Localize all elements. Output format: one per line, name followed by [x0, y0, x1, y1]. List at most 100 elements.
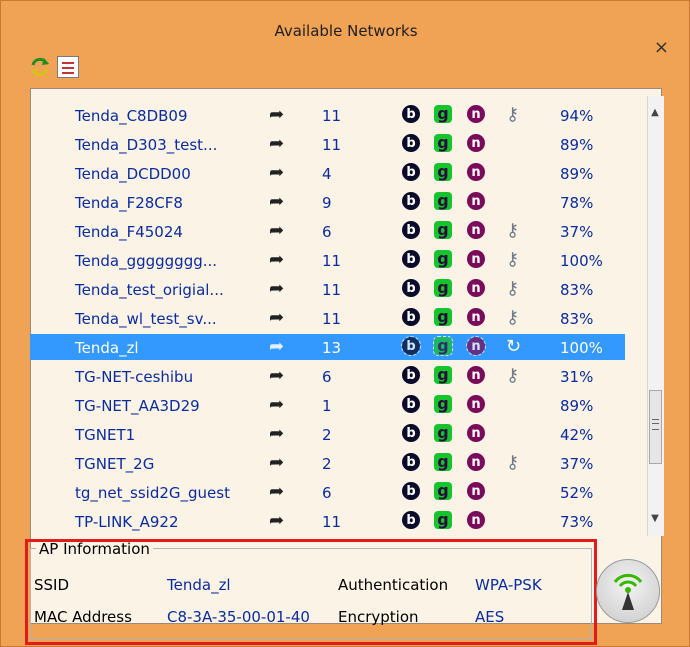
network-channel: 1	[322, 397, 332, 415]
network-row[interactable]: TG-NET_AA3D29 ➦ 1 b g n 89%	[30, 392, 625, 418]
network-row[interactable]: Tenda_wl_test_sv... ➦ 11 b g n ⚷ 83%	[30, 305, 625, 331]
network-channel: 6	[322, 223, 332, 241]
security-key-icon: ⚷	[506, 104, 520, 125]
mode-n-icon: n	[467, 366, 485, 384]
network-channel: 11	[322, 252, 342, 270]
mode-n-icon: n	[467, 453, 485, 471]
signal-strength: 89%	[560, 165, 594, 183]
mode-g-icon: g	[433, 336, 453, 356]
mode-n-icon: n	[467, 279, 485, 297]
mode-b-icon: b	[402, 192, 420, 210]
signal-strength: 73%	[560, 513, 594, 531]
infrastructure-mode-icon: ➦	[269, 481, 285, 502]
mode-g-icon: g	[434, 424, 452, 442]
refresh-button[interactable]	[29, 56, 51, 78]
mac-address-label: MAC Address	[34, 608, 132, 626]
mode-g-icon: g	[434, 221, 452, 239]
connect-button[interactable]	[596, 559, 660, 623]
signal-strength: 37%	[560, 455, 594, 473]
network-row[interactable]: TGNET_2G ➦ 2 b g n ⚷ 37%	[30, 450, 625, 476]
network-ssid: Tenda_wl_test_sv...	[75, 310, 217, 328]
signal-strength: 83%	[560, 281, 594, 299]
infrastructure-mode-icon: ➦	[269, 510, 285, 531]
network-ssid: Tenda_D303_test...	[75, 136, 218, 154]
network-row[interactable]: TG-NET-ceshibu ➦ 6 b g n ⚷ 31%	[30, 363, 625, 389]
mode-n-icon: n	[467, 163, 485, 181]
network-ssid: Tenda_F28CF8	[75, 194, 183, 212]
network-row[interactable]: Tenda_test_origial... ➦ 11 b g n ⚷ 83%	[30, 276, 625, 302]
scroll-down-arrow-icon[interactable]: ▼	[648, 513, 662, 524]
network-ssid: Tenda_gggggggg...	[75, 252, 218, 270]
signal-strength: 42%	[560, 426, 594, 444]
mode-n-icon: n	[467, 192, 485, 210]
network-ssid: TGNET_2G	[75, 455, 155, 473]
network-row[interactable]: Tenda_zl ➦ 13 b g n ↻ 100%	[30, 334, 625, 360]
mode-b-icon: b	[402, 424, 420, 442]
network-channel: 11	[322, 281, 342, 299]
mode-n-icon: n	[467, 482, 485, 500]
mode-g-icon: g	[434, 163, 452, 181]
security-key-icon: ⚷	[506, 452, 520, 473]
network-row[interactable]: tg_net_ssid2G_guest ➦ 6 b g n 52%	[30, 479, 625, 505]
network-channel: 4	[322, 165, 332, 183]
security-key-icon: ↻	[506, 336, 522, 357]
network-row[interactable]: Tenda_C8DB09 ➦ 11 b g n ⚷ 94%	[30, 102, 625, 128]
network-row[interactable]: Tenda_F45024 ➦ 6 b g n ⚷ 37%	[30, 218, 625, 244]
vertical-scrollbar[interactable]	[647, 96, 664, 536]
ssid-label: SSID	[34, 576, 70, 594]
security-key-icon: ⚷	[506, 365, 520, 386]
network-channel: 2	[322, 426, 332, 444]
infrastructure-mode-icon: ➦	[269, 278, 285, 299]
network-row[interactable]: Tenda_D303_test... ➦ 11 b g n 89%	[30, 131, 625, 157]
mode-n-icon: n	[467, 308, 485, 326]
list-icon	[62, 62, 74, 64]
signal-strength: 94%	[560, 107, 594, 125]
security-key-icon: ⚷	[506, 220, 520, 241]
infrastructure-mode-icon: ➦	[269, 307, 285, 328]
mode-b-icon: b	[402, 482, 420, 500]
network-channel: 13	[322, 339, 342, 357]
mode-g-icon: g	[434, 134, 452, 152]
network-ssid: TG-NET_AA3D29	[75, 397, 200, 415]
infrastructure-mode-icon: ➦	[269, 220, 285, 241]
network-row[interactable]: TP-LINK_A922 ➦ 11 b g n 73%	[30, 508, 625, 534]
mode-n-icon: n	[467, 105, 485, 123]
network-ssid: Tenda_DCDD00	[75, 165, 191, 183]
mode-g-icon: g	[434, 279, 452, 297]
mode-g-icon: g	[434, 482, 452, 500]
close-button[interactable]: ×	[654, 37, 669, 58]
signal-strength: 89%	[560, 136, 594, 154]
network-ssid: Tenda_F45024	[75, 223, 183, 241]
network-row[interactable]: Tenda_DCDD00 ➦ 4 b g n 89%	[30, 160, 625, 186]
network-row[interactable]: Tenda_gggggggg... ➦ 11 b g n ⚷ 100%	[30, 247, 625, 273]
network-ssid: Tenda_test_origial...	[75, 281, 224, 299]
encryption-label: Encryption	[338, 608, 419, 626]
infrastructure-mode-icon: ➦	[269, 191, 285, 212]
wifi-antenna-icon	[613, 573, 643, 610]
network-list[interactable]: Tenda_C8DB09 ➦ 11 b g n ⚷ 94% Tenda_D303_test...…	[30, 96, 625, 539]
ssid-value: Tenda_zl	[167, 576, 231, 594]
mode-g-icon: g	[434, 511, 452, 529]
mode-g-icon: g	[434, 366, 452, 384]
authentication-label: Authentication	[338, 576, 449, 594]
mode-g-icon: g	[434, 192, 452, 210]
infrastructure-mode-icon: ➦	[269, 365, 285, 386]
mode-g-icon: g	[434, 453, 452, 471]
network-channel: 11	[322, 136, 342, 154]
network-row[interactable]: TGNET1 ➦ 2 b g n 42%	[30, 421, 625, 447]
mode-b-icon: b	[402, 279, 420, 297]
mode-n-icon: n	[467, 511, 485, 529]
mode-n-icon: n	[467, 221, 485, 239]
scroll-up-arrow-icon[interactable]: ▲	[648, 107, 662, 118]
infrastructure-mode-icon: ➦	[269, 249, 285, 270]
signal-strength: 52%	[560, 484, 594, 502]
list-view-button[interactable]	[57, 56, 79, 78]
signal-strength: 83%	[560, 310, 594, 328]
network-row[interactable]: Tenda_F28CF8 ➦ 9 b g n 78%	[30, 189, 625, 215]
mode-b-icon: b	[402, 453, 420, 471]
infrastructure-mode-icon: ➦	[269, 162, 285, 183]
signal-strength: 89%	[560, 397, 594, 415]
network-ssid: tg_net_ssid2G_guest	[75, 484, 230, 502]
signal-strength: 31%	[560, 368, 594, 386]
signal-strength: 100%	[560, 339, 603, 357]
